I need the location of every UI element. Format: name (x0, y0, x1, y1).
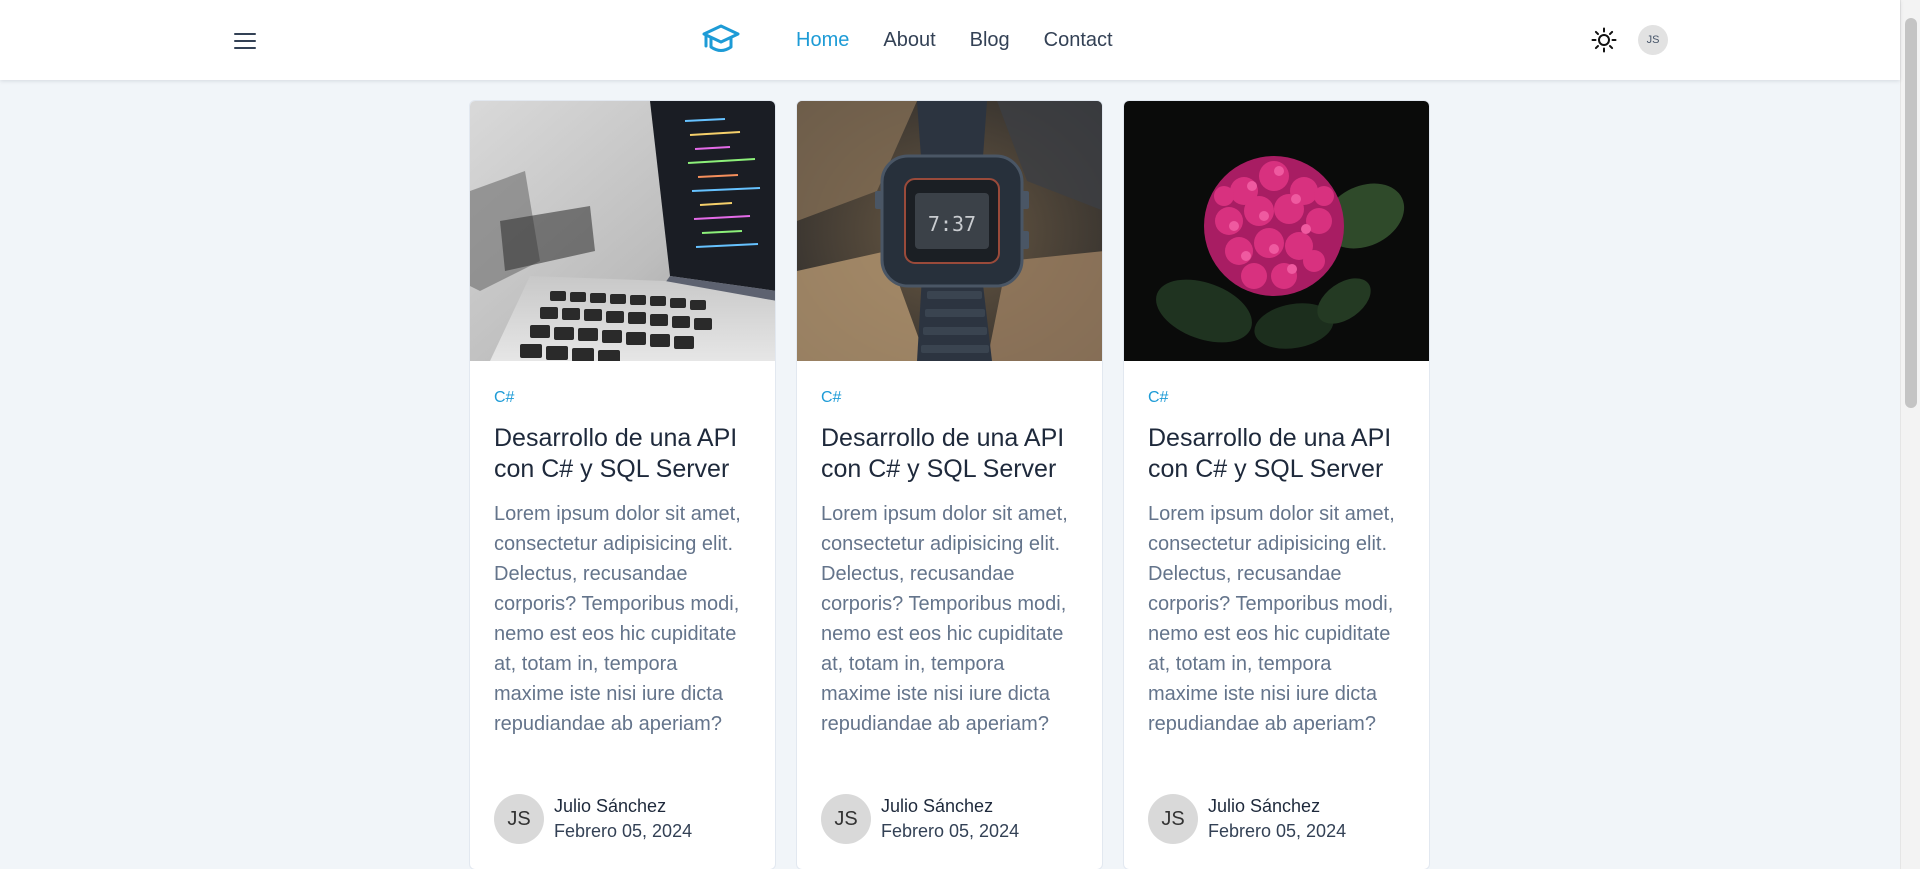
post-tag[interactable]: C# (1148, 389, 1405, 407)
author-info: Julio Sánchez Febrero 05, 2024 (881, 794, 1019, 844)
post-author: JS Julio Sánchez Febrero 05, 2024 (494, 794, 692, 844)
scrollbar-thumb[interactable] (1905, 18, 1917, 408)
author-name: Julio Sánchez (1208, 796, 1321, 816)
post-date: Febrero 05, 2024 (881, 821, 1020, 841)
page-scrollbar[interactable] (1900, 0, 1920, 869)
hamburger-menu-icon[interactable] (226, 22, 264, 60)
author-avatar: JS (821, 794, 871, 844)
wristwatch-photo[interactable]: 7:37 (797, 101, 1102, 361)
nav-blog[interactable]: Blog (970, 29, 1010, 52)
author-info: Julio Sánchez Febrero 05, 2024 (554, 794, 692, 844)
post-card[interactable]: 7:37 C# Desarrollo de una API con C# y S… (796, 100, 1103, 869)
post-title[interactable]: Desarrollo de una API con C# y SQL Serve… (821, 423, 1078, 485)
card-body: C# Desarrollo de una API con C# y SQL Se… (797, 361, 1102, 739)
author-avatar: JS (1148, 794, 1198, 844)
author-name: Julio Sánchez (554, 796, 667, 816)
nav-home[interactable]: Home (796, 29, 849, 52)
sun-icon[interactable] (1588, 24, 1620, 56)
svg-text:7:37: 7:37 (928, 212, 976, 236)
post-author: JS Julio Sánchez Febrero 05, 2024 (821, 794, 1019, 844)
post-card[interactable]: C# Desarrollo de una API con C# y SQL Se… (469, 100, 776, 869)
post-grid: C# Desarrollo de una API con C# y SQL Se… (469, 100, 1430, 869)
post-date: Febrero 05, 2024 (554, 821, 693, 841)
user-avatar[interactable]: JS (1638, 25, 1668, 55)
post-date: Febrero 05, 2024 (1208, 821, 1347, 841)
post-excerpt: Lorem ipsum dolor sit amet, consectetur … (1148, 503, 1395, 735)
post-tag[interactable]: C# (821, 389, 1078, 407)
post-author: JS Julio Sánchez Febrero 05, 2024 (1148, 794, 1346, 844)
author-name: Julio Sánchez (881, 796, 994, 816)
post-tag[interactable]: C# (494, 389, 751, 407)
post-excerpt: Lorem ipsum dolor sit amet, consectetur … (821, 503, 1068, 735)
post-excerpt: Lorem ipsum dolor sit amet, consectetur … (494, 503, 741, 735)
card-body: C# Desarrollo de una API con C# y SQL Se… (470, 361, 775, 739)
nav-about[interactable]: About (883, 29, 935, 52)
author-avatar: JS (494, 794, 544, 844)
card-body: C# Desarrollo de una API con C# y SQL Se… (1124, 361, 1429, 739)
post-title[interactable]: Desarrollo de una API con C# y SQL Serve… (494, 423, 751, 485)
main-nav: Home About Blog Contact (796, 0, 1113, 80)
post-card[interactable]: C# Desarrollo de una API con C# y SQL Se… (1123, 100, 1430, 869)
pink-hydrangea-photo[interactable] (1124, 101, 1429, 361)
graduation-cap-icon[interactable] (700, 20, 742, 60)
author-info: Julio Sánchez Febrero 05, 2024 (1208, 794, 1346, 844)
navbar: Home About Blog Contact JS (0, 0, 1900, 80)
nav-contact[interactable]: Contact (1044, 29, 1113, 52)
laptop-code-photo[interactable] (470, 101, 775, 361)
post-title[interactable]: Desarrollo de una API con C# y SQL Serve… (1148, 423, 1405, 485)
